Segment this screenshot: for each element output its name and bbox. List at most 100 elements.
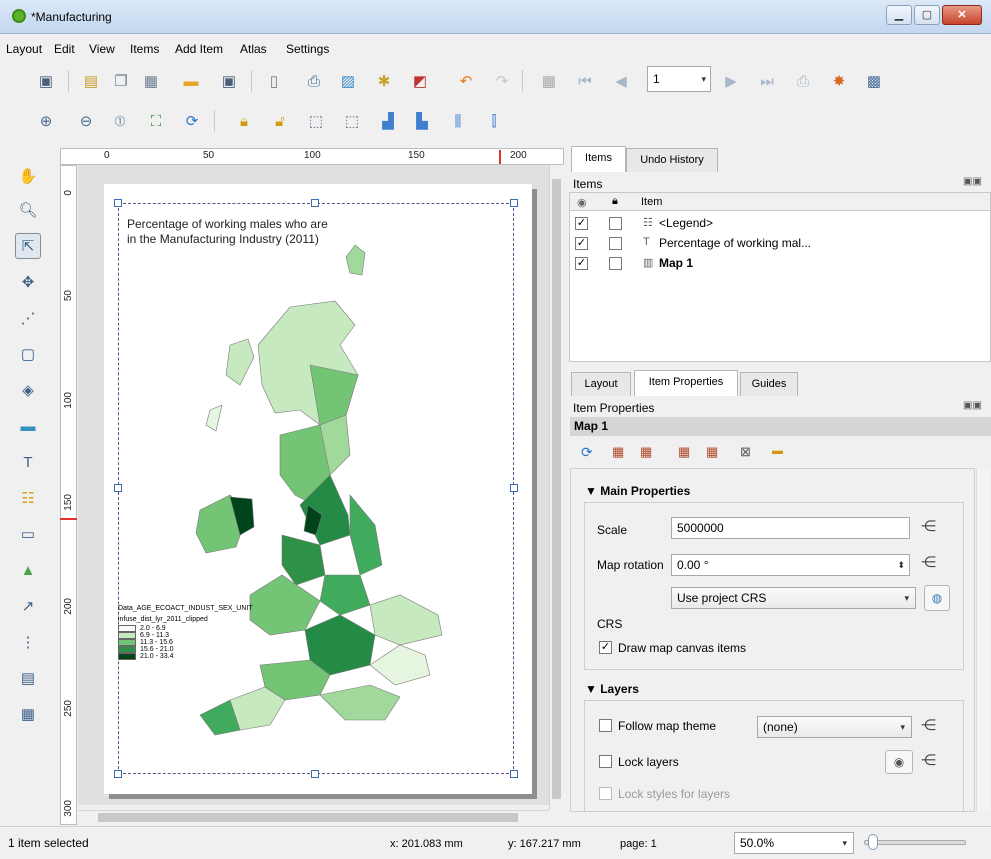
visibility-preset-icon[interactable]: ◉ (885, 750, 913, 774)
set-scale-icon[interactable]: ▦ (678, 444, 690, 460)
unlock-items-icon[interactable]: 🔓︎ (268, 109, 292, 133)
scale-input[interactable]: 5000000 (671, 517, 910, 539)
panel-float-close-icon[interactable]: ▣▣ (963, 176, 982, 187)
add-shape-icon[interactable]: ▲ (15, 557, 41, 583)
menu-items[interactable]: Items (130, 42, 159, 56)
resize-handle[interactable] (510, 199, 518, 207)
add-legend-icon[interactable]: ☷ (15, 485, 41, 511)
previous-feature-icon[interactable]: ◀ (609, 69, 633, 93)
resize-handle[interactable] (114, 484, 122, 492)
panel-float-close-icon[interactable]: ▣▣ (963, 400, 982, 411)
visible-checkbox[interactable]: ✓ (575, 237, 588, 250)
print-icon[interactable]: ⎙ (302, 69, 326, 93)
atlas-preview-icon[interactable]: ▦ (537, 69, 561, 93)
menu-add-item[interactable]: Add Item (175, 42, 223, 56)
map-legend[interactable]: Data_AGE_ECOACT_INDUST_SEX_UNIT infuse_d… (118, 605, 253, 660)
save-icon[interactable]: ▣ (34, 69, 58, 93)
resize-items-icon[interactable]: ⫿ (482, 109, 506, 133)
export-image-icon[interactable]: ▨ (336, 69, 360, 93)
view-scale-icon[interactable]: ▦ (706, 444, 718, 460)
last-feature-icon[interactable]: ⏭ (755, 69, 779, 93)
lock-checkbox[interactable] (609, 217, 622, 230)
lock-layers-checkbox[interactable] (599, 755, 612, 768)
tab-guides[interactable]: Guides (740, 372, 798, 396)
refresh-icon[interactable]: ⟳ (180, 109, 204, 133)
add-html-icon[interactable]: ▤ (15, 665, 41, 691)
list-item[interactable]: ✓ ▥ Map 1 (571, 255, 989, 273)
redo-icon[interactable]: ↷ (490, 69, 514, 93)
atlas-settings-icon[interactable]: ▩ (862, 69, 886, 93)
add-3d-map-icon[interactable]: ◈ (15, 377, 41, 403)
duplicate-layout-icon[interactable]: ❐ (109, 69, 133, 93)
zoom-in-icon[interactable]: ⊕ (34, 109, 58, 133)
list-item[interactable]: ✓ T Percentage of working mal... (571, 235, 989, 253)
ungroup-items-icon[interactable]: ⬚ (340, 109, 364, 133)
view-extent-icon[interactable]: ▦ (640, 444, 652, 460)
zoom-slider[interactable] (864, 840, 966, 845)
resize-handle[interactable] (510, 770, 518, 778)
tab-layout[interactable]: Layout (571, 372, 631, 396)
maximize-button[interactable]: ▢ (914, 5, 940, 25)
select-move-icon[interactable]: ⇱ (15, 233, 41, 259)
zoom-full-icon[interactable]: ⛶ (144, 109, 168, 133)
export-atlas-icon[interactable]: ✸ (827, 69, 851, 93)
layout-manager-icon[interactable]: ▦ (139, 69, 163, 93)
edit-nodes-icon[interactable]: ⋰ (15, 305, 41, 331)
add-page-icon[interactable]: ▢ (15, 341, 41, 367)
lock-items-icon[interactable]: 🔒︎ (232, 109, 256, 133)
minimize-button[interactable]: ▁ (886, 5, 912, 25)
set-extent-icon[interactable]: ▦ (612, 444, 624, 460)
map-theme-select[interactable]: (none) ▾ (757, 716, 912, 738)
canvas-horizontal-scrollbar[interactable] (78, 810, 549, 824)
data-defined-icon[interactable]: ⋲ (921, 517, 936, 535)
follow-theme-checkbox[interactable] (599, 719, 612, 732)
move-content-icon[interactable]: ✥ (15, 269, 41, 295)
tab-item-properties[interactable]: Item Properties (634, 370, 738, 396)
draw-items-checkbox[interactable]: ✓ (599, 641, 612, 654)
first-feature-icon[interactable]: ⏮ (573, 69, 597, 93)
tab-items[interactable]: Items (571, 146, 626, 172)
scroll-thumb[interactable] (98, 813, 518, 822)
zoom-slider-handle[interactable] (868, 834, 878, 850)
data-defined-icon[interactable]: ⋲ (921, 751, 936, 769)
next-feature-icon[interactable]: ▶ (719, 69, 743, 93)
add-attribute-table-icon[interactable]: ▦ (15, 701, 41, 727)
menu-settings[interactable]: Settings (286, 42, 329, 56)
data-defined-icon[interactable]: ⋲ (921, 716, 936, 734)
lock-checkbox[interactable] (609, 237, 622, 250)
align-items-icon[interactable]: ▙ (410, 109, 434, 133)
export-svg-icon[interactable]: ✱ (372, 69, 396, 93)
add-label-icon[interactable]: T (15, 449, 41, 475)
raise-items-icon[interactable]: ▟ (376, 109, 400, 133)
menu-view[interactable]: View (89, 42, 115, 56)
open-template-icon[interactable]: ▬ (179, 69, 203, 93)
zoom-out-icon[interactable]: ⊖ (74, 109, 98, 133)
layers-section[interactable]: ▼ Layers (585, 682, 639, 696)
bookmark-icon[interactable]: ⊠ (740, 444, 751, 460)
visible-checkbox[interactable]: ✓ (575, 217, 588, 230)
crs-globe-icon[interactable]: ◍ (924, 585, 950, 611)
data-defined-icon[interactable]: ⋲ (921, 553, 936, 571)
add-map-icon[interactable]: ▬ (15, 413, 41, 439)
properties-scrollbar[interactable] (976, 468, 990, 812)
new-layout-icon[interactable]: ▤ (79, 69, 103, 93)
menu-edit[interactable]: Edit (54, 42, 75, 56)
menu-atlas[interactable]: Atlas (240, 42, 267, 56)
add-arrow-icon[interactable]: ↗ (15, 593, 41, 619)
export-pdf-icon[interactable]: ◩ (408, 69, 432, 93)
print-atlas-icon[interactable]: ⎙ (791, 69, 815, 93)
add-node-item-icon[interactable]: ⋮ (15, 629, 41, 655)
resize-handle[interactable] (311, 770, 319, 778)
resize-handle[interactable] (114, 770, 122, 778)
atlas-page-field[interactable]: 1 ▾ (647, 66, 711, 92)
save-template-icon[interactable]: ▣ (217, 69, 241, 93)
menu-layout[interactable]: Layout (6, 42, 42, 56)
tab-undo-history[interactable]: Undo History (626, 148, 718, 172)
label-settings-icon[interactable]: ▬ (772, 445, 783, 457)
visible-checkbox[interactable]: ✓ (575, 257, 588, 270)
add-scalebar-icon[interactable]: ▭ (15, 521, 41, 547)
resize-handle[interactable] (114, 199, 122, 207)
undo-icon[interactable]: ↶ (454, 69, 478, 93)
distribute-items-icon[interactable]: ⫼ (446, 109, 470, 133)
group-items-icon[interactable]: ⬚ (304, 109, 328, 133)
